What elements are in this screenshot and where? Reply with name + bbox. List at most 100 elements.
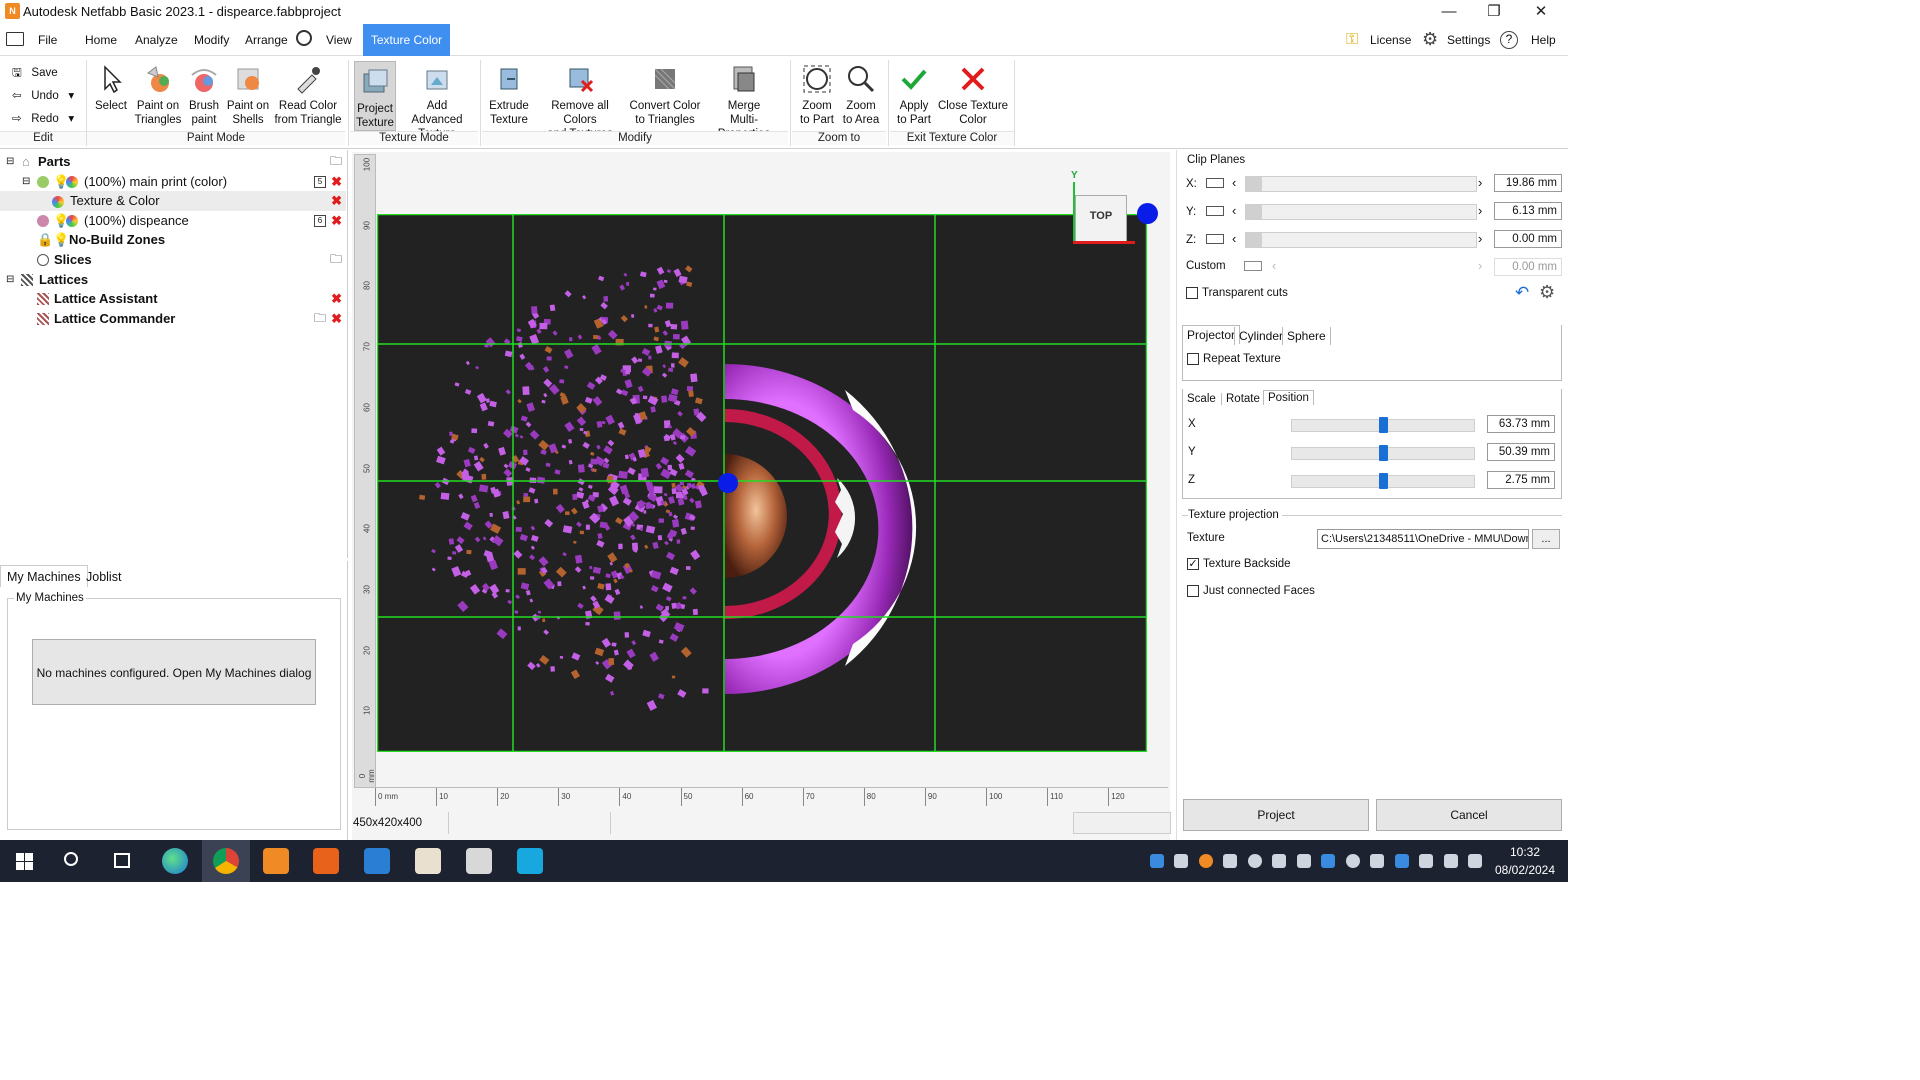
restore-icon[interactable]: ❐	[1471, 2, 1517, 22]
select-button[interactable]: Select	[91, 59, 131, 131]
paint-shells-button[interactable]: Paint on Shells	[226, 59, 270, 131]
convert-color-button[interactable]: Convert Color to Triangles	[628, 59, 702, 131]
tree-item-texture-color[interactable]: Texture & Color ✖	[0, 191, 346, 211]
clip-y-toggle[interactable]	[1206, 206, 1224, 216]
chrome-icon[interactable]	[213, 848, 239, 874]
menu-arrange[interactable]: Arrange	[241, 24, 292, 56]
browse-texture-button[interactable]: ...	[1532, 529, 1560, 549]
clip-x-left-arrow[interactable]: ‹	[1232, 175, 1236, 190]
clip-z-toggle[interactable]	[1206, 234, 1224, 244]
lightbulb-icon[interactable]: 💡	[53, 230, 69, 250]
tray-app-icon[interactable]	[1272, 854, 1286, 868]
netfabb-taskbar-icon[interactable]	[263, 848, 289, 874]
menu-texture-color[interactable]: Texture Color	[363, 24, 450, 56]
menu-license[interactable]: License	[1366, 24, 1415, 56]
menu-modify[interactable]: Modify	[190, 24, 233, 56]
save-button[interactable]: 🖫 Save	[12, 64, 58, 82]
tray-app-icon[interactable]	[1321, 854, 1335, 868]
view-orbit-handle[interactable]	[1137, 203, 1158, 224]
remove-part-icon[interactable]: ✖	[331, 211, 342, 231]
remove-lattice-icon[interactable]: ✖	[331, 289, 342, 309]
apply-to-part-button[interactable]: Apply to Part	[894, 59, 934, 131]
menu-help[interactable]: Help	[1527, 24, 1560, 56]
tab-joblist[interactable]: Joblist	[80, 566, 127, 588]
transparent-cuts-checkbox[interactable]	[1186, 287, 1198, 299]
volume-icon[interactable]	[1468, 854, 1482, 868]
pos-x-thumb[interactable]	[1379, 417, 1388, 433]
pos-z-slider[interactable]	[1291, 473, 1475, 489]
tree-item-slices[interactable]: Slices 🗀	[0, 250, 346, 270]
tab-position[interactable]: Position	[1263, 390, 1314, 405]
fusion-icon[interactable]	[313, 848, 339, 874]
pos-y-value[interactable]: 50.39 mm	[1487, 443, 1555, 461]
clock-date[interactable]: 08/02/2024	[1490, 863, 1560, 877]
clip-y-thumb[interactable]	[1246, 205, 1262, 219]
folder-icon[interactable]: 🗀	[314, 309, 326, 329]
redo-button[interactable]: ⇨ Redo ▾	[12, 110, 74, 128]
clip-z-slider[interactable]	[1245, 232, 1477, 248]
texture-backside-checkbox[interactable]: ✓	[1187, 558, 1199, 570]
tree-item-lattice-commander[interactable]: Lattice Commander 🗀 ✖	[0, 309, 346, 329]
pos-y-slider[interactable]	[1291, 445, 1475, 461]
wifi-icon[interactable]	[1444, 854, 1458, 868]
clip-custom-toggle[interactable]	[1244, 261, 1262, 271]
zoom-to-part-button[interactable]: Zoom to Part	[796, 59, 838, 131]
texture-origin-handle[interactable]	[718, 473, 738, 493]
merge-multi-properties-button[interactable]: MergeMulti-Properties	[704, 59, 784, 140]
zoom-to-area-button[interactable]: Zoom to Area	[840, 59, 882, 131]
close-icon[interactable]: ✕	[1518, 2, 1564, 22]
menu-home[interactable]: Home	[81, 24, 121, 56]
tray-app-icon[interactable]	[1199, 854, 1213, 868]
project-button[interactable]: Project	[1183, 799, 1369, 831]
open-folder-icon[interactable]	[6, 32, 24, 46]
pos-x-value[interactable]: 63.73 mm	[1487, 415, 1555, 433]
clip-z-right-arrow[interactable]: ›	[1478, 231, 1482, 246]
tab-my-machines[interactable]: My Machines	[0, 565, 88, 587]
tray-app-icon[interactable]	[1174, 854, 1188, 868]
minimize-icon[interactable]: —	[1426, 2, 1472, 22]
menu-analyze[interactable]: Analyze	[131, 24, 182, 56]
tree-item-parts[interactable]: ⊟ ⌂ Parts 🗀	[0, 152, 346, 172]
clip-y-value[interactable]: 6.13 mm	[1494, 202, 1562, 220]
tree-item-main-print[interactable]: ⊟ 💡 (100%) main print (color) 5 ✖	[0, 172, 346, 192]
just-connected-faces-checkbox[interactable]	[1187, 585, 1199, 597]
menu-file[interactable]: File	[34, 24, 61, 56]
tab-rotate[interactable]: Rotate	[1221, 393, 1264, 405]
clip-y-slider[interactable]	[1245, 204, 1477, 220]
remove-colors-button[interactable]: Remove all Colorsand Textures	[534, 59, 626, 140]
tab-projector[interactable]: Projector	[1182, 325, 1241, 344]
remove-part-icon[interactable]: ✖	[331, 172, 342, 192]
clip-settings-gear-icon[interactable]: ⚙	[1539, 282, 1555, 303]
clip-z-thumb[interactable]	[1246, 233, 1262, 247]
reset-icon[interactable]: ↶	[1515, 283, 1529, 303]
edge-icon[interactable]	[162, 848, 188, 874]
clip-z-left-arrow[interactable]: ‹	[1232, 231, 1236, 246]
menu-view[interactable]: View	[322, 24, 356, 56]
tray-app-icon[interactable]	[1346, 854, 1360, 868]
print-studio-icon[interactable]	[364, 848, 390, 874]
collapse-icon[interactable]: ⊟	[6, 270, 14, 290]
read-color-button[interactable]: Read Color from Triangle	[274, 59, 342, 131]
folder-icon[interactable]: 🗀	[330, 152, 342, 172]
tray-app-icon[interactable]	[1223, 854, 1237, 868]
remove-lattice-icon[interactable]: ✖	[331, 309, 342, 329]
collapse-icon[interactable]: ⊟	[22, 172, 30, 192]
pos-y-thumb[interactable]	[1379, 445, 1388, 461]
brush-paint-button[interactable]: Brush paint	[184, 59, 224, 131]
project-texture-button[interactable]: Project Texture	[354, 61, 396, 131]
clip-x-toggle[interactable]	[1206, 178, 1224, 188]
add-advanced-texture-button[interactable]: Add AdvancedTexture	[400, 59, 474, 140]
clock-time[interactable]: 10:32	[1490, 845, 1560, 859]
c-app-icon[interactable]	[517, 848, 543, 874]
cancel-button[interactable]: Cancel	[1376, 799, 1562, 831]
search-icon[interactable]	[64, 852, 78, 866]
repeat-texture-checkbox[interactable]	[1187, 353, 1199, 365]
windows-start-icon[interactable]	[16, 853, 33, 870]
d-app-icon[interactable]	[466, 848, 492, 874]
collapse-icon[interactable]: ⊟	[6, 152, 14, 172]
tab-scale[interactable]: Scale	[1183, 393, 1220, 405]
clip-x-value[interactable]: 19.86 mm	[1494, 174, 1562, 192]
paint-triangles-button[interactable]: Paint on Triangles	[134, 59, 182, 131]
undo-button[interactable]: ⇦ Undo ▾	[12, 87, 74, 105]
clip-y-right-arrow[interactable]: ›	[1478, 203, 1482, 218]
